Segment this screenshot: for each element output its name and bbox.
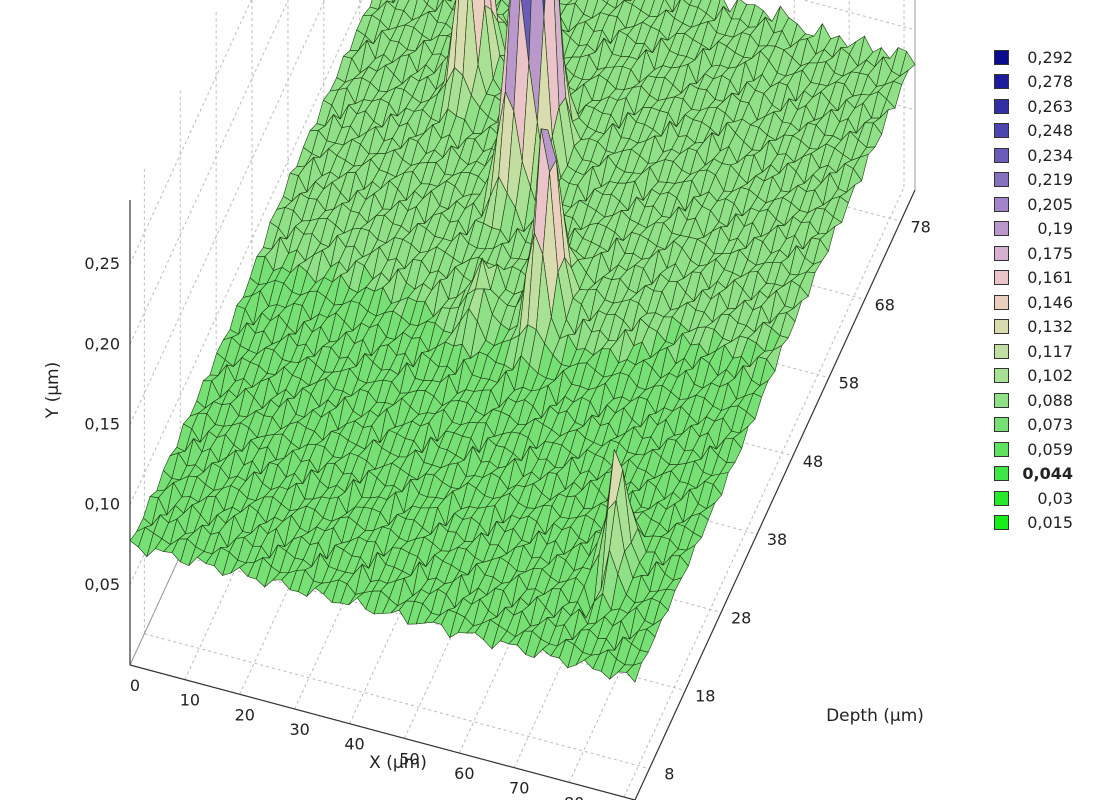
legend-label: 0,102 [1027,366,1073,386]
x-tick-label: 80 [564,793,584,800]
legend-swatch [994,466,1009,482]
legend-item: 0,073 [994,413,1110,438]
legend-item: 0,088 [994,388,1110,413]
depth-tick-label: 28 [731,608,751,627]
legend-swatch [994,49,1009,65]
legend-swatch [994,221,1009,237]
legend-item: 0,117 [994,339,1110,364]
depth-tick-label: 68 [875,295,895,314]
x-tick-label: 10 [180,691,200,710]
color-legend: 0,292 0,278 0,263 0,248 0,234 0,219 0,205 0,19 0… [994,45,1110,535]
x-tick-label: 0 [130,676,140,695]
legend-label: 0,248 [1027,121,1073,141]
legend-item: 0,03 [994,486,1110,511]
legend-item: 0,263 [994,94,1110,119]
legend-swatch [994,515,1009,531]
legend-item: 0,175 [994,241,1110,266]
legend-swatch [994,417,1009,433]
legend-label: 0,132 [1027,317,1073,337]
x-tick-label: 30 [289,720,309,739]
legend-swatch [994,392,1009,408]
legend-swatch [994,196,1009,212]
legend-swatch [994,245,1009,261]
y-tick-label: 0,25 [84,254,120,273]
legend-swatch [994,294,1009,310]
y-tick-label: 0,10 [84,495,120,514]
legend-item: 0,219 [994,168,1110,193]
depth-tick-label: 18 [695,687,715,706]
legend-item: 0,161 [994,266,1110,291]
legend-label: 0,059 [1027,439,1073,459]
legend-label: 0,234 [1027,145,1073,165]
legend-swatch [994,123,1009,139]
depth-tick-label: 58 [839,374,859,393]
legend-item: 0,234 [994,143,1110,168]
legend-swatch [994,368,1009,384]
legend-label: 0,03 [1037,488,1073,508]
legend-label: 0,263 [1027,96,1073,116]
x-axis-title: X (µm) [369,753,427,773]
legend-label: 0,278 [1027,72,1073,92]
legend-swatch [994,147,1009,163]
x-tick-label: 40 [344,735,364,754]
legend-item: 0,146 [994,290,1110,315]
legend-swatch [994,98,1009,114]
legend-label: 0,073 [1027,415,1073,435]
legend-label: 0,175 [1027,243,1073,263]
legend-item: 0,102 [994,364,1110,389]
legend-swatch [994,343,1009,359]
legend-label: 0,117 [1027,341,1073,361]
surface-chart: 0,050,100,150,200,2501020304050607080908… [43,0,931,800]
y-tick-label: 0,15 [84,414,120,433]
y-tick-label: 0,20 [84,334,120,353]
legend-item: 0,059 [994,437,1110,462]
legend-item: 0,292 [994,45,1110,70]
depth-tick-label: 8 [664,765,674,784]
legend-item: 0,015 [994,511,1110,536]
y-tick-label: 0,05 [84,575,120,594]
legend-item: 0,278 [994,70,1110,95]
legend-label: 0,205 [1027,194,1073,214]
legend-item: 0,044 [994,462,1110,487]
depth-tick-label: 38 [767,530,787,549]
x-tick-label: 20 [235,705,255,724]
legend-label: 0,161 [1027,268,1073,288]
depth-tick-label: 48 [803,452,823,471]
legend-item: 0,19 [994,217,1110,242]
legend-label: 0,146 [1027,292,1073,312]
legend-swatch [994,270,1009,286]
legend-label: 0,219 [1027,170,1073,190]
legend-label: 0,19 [1037,219,1073,239]
legend-swatch [994,74,1009,90]
legend-swatch [994,490,1009,506]
legend-swatch [994,319,1009,335]
legend-label: 0,088 [1027,390,1073,410]
legend-swatch [994,172,1009,188]
legend-swatch [994,441,1009,457]
legend-label: 0,015 [1027,513,1073,533]
legend-item: 0,132 [994,315,1110,340]
depth-tick-label: 78 [910,217,930,236]
x-tick-label: 60 [454,764,474,783]
x-tick-label: 70 [509,779,529,798]
legend-label: 0,044 [1022,464,1073,484]
legend-item: 0,205 [994,192,1110,217]
depth-axis-title: Depth (µm) [826,706,924,726]
legend-item: 0,248 [994,119,1110,144]
y-axis-title: Y (µm) [43,362,63,419]
legend-label: 0,292 [1027,47,1073,67]
